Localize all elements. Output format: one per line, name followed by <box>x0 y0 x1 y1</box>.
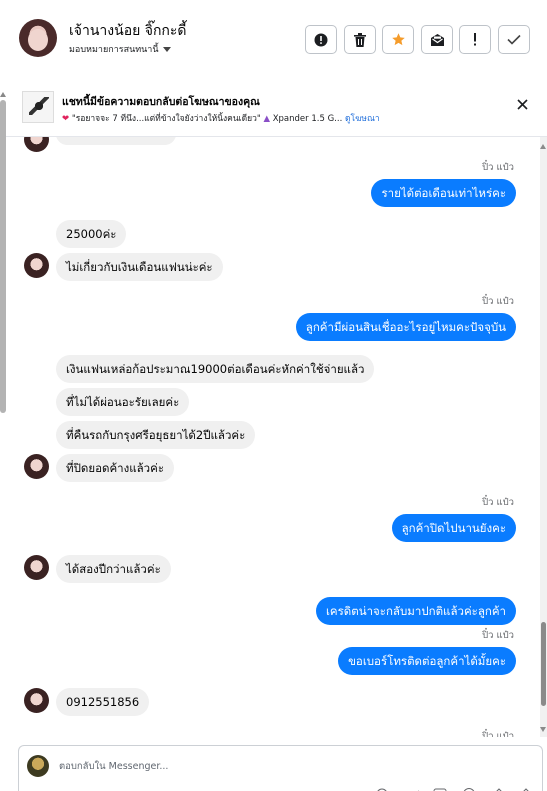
assign-conversation-dropdown[interactable]: มอบหมายการสนทนานี้ <box>69 42 171 56</box>
alert-icon <box>474 33 476 46</box>
close-icon[interactable] <box>517 99 528 110</box>
caret-down-icon <box>162 47 171 52</box>
message-bubble-incoming[interactable]: ที่ไม่ได้ผ่อนอะรัยเลยค่ะ <box>56 388 190 416</box>
message-bubble-outgoing[interactable]: รายได้ต่อเดือนเท่าไหร่คะ <box>371 179 516 207</box>
sender-name: ปิ๋ว แป๋ว <box>482 497 514 508</box>
heart-icon: ❤ <box>62 114 70 124</box>
scroll-down-arrow-icon[interactable] <box>540 727 546 732</box>
spam-icon <box>314 33 328 46</box>
message-bubble-incoming[interactable]: 0912551856 <box>56 688 150 716</box>
mark-done-button[interactable] <box>498 25 530 54</box>
message-bubble-outgoing[interactable]: ขอเบอร์โทรติดต่อลูกค้าได้มั้ยคะ <box>338 647 516 675</box>
star-button[interactable] <box>382 25 414 54</box>
message-bubble-incoming[interactable]: ไม่เกี่ยวกับเงินเดือนแฟนน่ะค่ะ <box>56 253 223 281</box>
message-bubble-incoming[interactable]: ได้สองปีกว่าแล้วค่ะ <box>56 555 171 583</box>
message-bubble-incoming[interactable]: 25000ค่ะ <box>56 220 127 248</box>
check-icon <box>507 34 521 45</box>
mail-icon <box>430 33 444 46</box>
scroll-up-arrow-icon[interactable] <box>540 144 546 149</box>
scroll-up-arrow-icon[interactable] <box>0 92 6 97</box>
sender-name: ปิ๋ว แป๋ว <box>482 630 514 641</box>
contact-avatar-small <box>24 137 49 152</box>
contact-avatar-small <box>24 454 49 479</box>
contact-avatar-small <box>24 555 49 580</box>
like-icon[interactable] <box>520 785 532 791</box>
contact-avatar-small <box>24 253 49 278</box>
contact-name[interactable]: เจ้านางน้อย จิ๊กกะดี้ <box>69 20 187 42</box>
photo-icon[interactable] <box>462 785 476 791</box>
trash-icon <box>354 32 366 47</box>
report-button[interactable] <box>459 25 491 54</box>
ad-product: Xpander 1.5 G... <box>272 114 343 124</box>
sender-name: ปิ๋ว แป๋ว <box>482 296 514 307</box>
star-icon <box>391 33 405 46</box>
emoji-icon[interactable] <box>376 785 388 791</box>
delete-button[interactable] <box>344 25 376 54</box>
view-ad-link[interactable]: ดูโฆษณา <box>345 114 380 124</box>
right-scrollbar-thumb[interactable] <box>541 622 546 706</box>
message-bubble-outgoing[interactable]: เครดิตน่าจะกลับมาปกติแล้วค่ะลูกค้า <box>316 597 516 625</box>
message-bubble-outgoing[interactable]: ลูกค้ามีผ่อนสินเชื่ออะไรอยู่ไหมคะปัจจุบั… <box>295 313 516 341</box>
message-bubble-incoming[interactable]: เงินแฟนเหล่อก้อประมาณ19000ต่อเดือนค่ะหัก… <box>56 355 375 383</box>
conversation-header: เจ้านางน้อย จิ๊กกะดี้ มอบหมายการสนทนานี้ <box>0 0 547 77</box>
message-bubble-partial <box>56 137 176 145</box>
sender-name-partial: ปิ๋ว แป๋ว <box>482 731 514 737</box>
contact-avatar[interactable] <box>19 19 57 57</box>
ad-banner-subtitle: ❤ "รอยาจจะ 7 ทีนึง...แต่ที่ข้างใจยังว่าง… <box>62 111 380 125</box>
contact-avatar-small <box>24 688 49 713</box>
ad-snippet: "รอยาจจะ 7 ทีนึง...แต่ที่ข้างใจยังว่างให… <box>71 114 261 124</box>
message-thread: ปิ๋ว แป๋ว รายได้ต่อเดือนเท่าไหร่คะ 25000… <box>0 137 538 737</box>
gif-icon[interactable] <box>433 785 447 791</box>
assign-label: มอบหมายการสนทนานี้ <box>69 45 159 55</box>
ad-thumbnail[interactable] <box>22 91 54 123</box>
message-bubble-outgoing[interactable]: ลูกค้าปิดไปนานยังคะ <box>391 514 516 542</box>
message-bubble-incoming[interactable]: ที่ปิดยอดค้างแล้วค่ะ <box>56 454 175 482</box>
ad-reply-banner: แชทนี้มีข้อความตอบกลับต่อโฆษณาของคุณ ❤ "… <box>0 76 547 137</box>
attachment-icon[interactable] <box>410 785 422 791</box>
page-avatar <box>27 755 49 777</box>
reply-input[interactable] <box>59 756 519 776</box>
mark-unread-button[interactable] <box>421 25 453 54</box>
message-bubble-incoming[interactable]: ที่คืนรถกับกรุงศรีอยุธยาได้2ปีแล้วค่ะ <box>56 421 256 449</box>
sender-name: ปิ๋ว แป๋ว <box>482 162 514 173</box>
saved-reply-icon[interactable] <box>492 785 506 791</box>
ad-banner-title: แชทนี้มีข้อความตอบกลับต่อโฆษณาของคุณ <box>62 96 260 108</box>
car-icon: ▲ <box>263 114 271 124</box>
spam-button[interactable] <box>305 25 337 54</box>
